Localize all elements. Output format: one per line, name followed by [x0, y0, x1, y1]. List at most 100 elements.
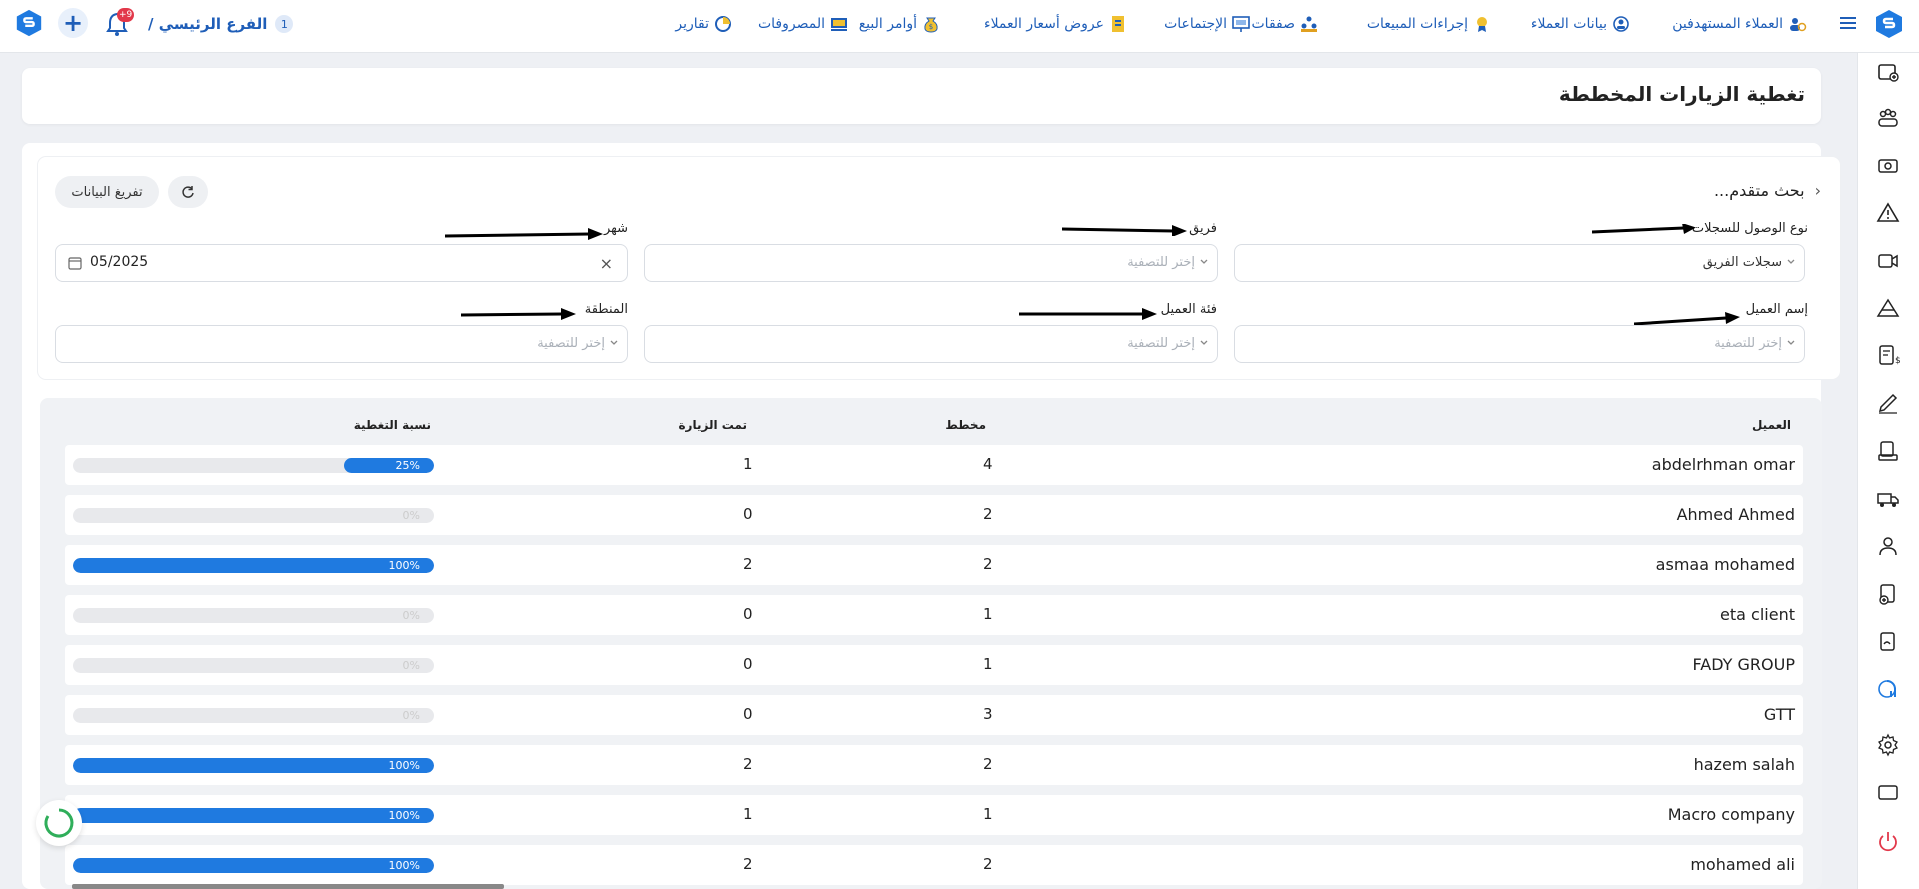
notification-badge: +9 — [117, 8, 135, 22]
coverage-progress-fill — [73, 558, 434, 573]
sales-actions-icon — [1477, 17, 1487, 32]
coverage-percent-label: 100% — [388, 559, 420, 572]
cell-planned: 2 — [983, 755, 993, 773]
warning-icon[interactable] — [1876, 201, 1900, 225]
sales-orders-icon: $ — [924, 17, 938, 33]
invoice-icon[interactable]: $ — [1876, 343, 1900, 367]
nav-quotations[interactable]: عروض أسعار العملاء — [984, 13, 1128, 35]
column-header-coverage: نسبة التغطية — [353, 418, 431, 432]
coverage-progress-bar: 0% — [73, 508, 434, 523]
table-row[interactable]: hazem salah 2 2 100% — [65, 745, 1803, 785]
advanced-search-toggle[interactable]: ‹ بحث متقدم... — [1714, 181, 1821, 200]
clear-icon[interactable]: × — [600, 254, 613, 273]
cell-visited: 2 — [743, 755, 753, 773]
table-row[interactable]: FADY GROUP 1 0 0% — [65, 645, 1803, 685]
table-row[interactable]: abdelrhman omar 4 1 25% — [65, 445, 1803, 485]
video-call-icon[interactable] — [1876, 249, 1900, 273]
customer-data-icon — [1613, 16, 1629, 32]
coverage-percent-label: 100% — [388, 859, 420, 872]
reports-icon — [715, 16, 731, 32]
nav-meetings[interactable]: الإجتماعات — [1164, 13, 1251, 35]
loading-spinner — [36, 800, 82, 846]
month-value: 05/2025 — [90, 254, 149, 270]
nav-sales-orders[interactable]: $ أوامر البيع — [859, 13, 941, 35]
refresh-icon — [182, 186, 194, 198]
export-data-button[interactable]: تفريغ البيانات — [55, 176, 159, 208]
power-icon[interactable] — [1876, 829, 1900, 853]
contract-icon[interactable] — [1876, 630, 1900, 654]
team-select[interactable]: إختر للتصفية — [644, 244, 1218, 282]
coverage-progress-bar: 0% — [73, 658, 434, 673]
folder-add-icon[interactable] — [1876, 60, 1900, 84]
nav-reports[interactable]: تقارير — [675, 13, 733, 35]
window-icon[interactable] — [1876, 781, 1900, 805]
customer-service-icon[interactable] — [1876, 534, 1900, 558]
chevron-down-icon — [1787, 259, 1795, 264]
chevron-down-icon — [1200, 340, 1208, 345]
horizontal-scrollbar[interactable] — [72, 884, 504, 889]
access-type-label: نوع الوصول للسجلات — [1691, 221, 1808, 236]
expenses-icon — [831, 18, 847, 31]
access-type-select[interactable]: سجلات الفريق — [1234, 244, 1805, 282]
coverage-progress-bar: 0% — [73, 608, 434, 623]
app-logo-icon[interactable] — [1873, 8, 1905, 40]
region-select[interactable]: إختر للتصفية — [55, 325, 628, 363]
team-icon[interactable] — [1876, 106, 1900, 130]
nav-label: أوامر البيع — [858, 16, 917, 32]
settings-gear-icon[interactable] — [1876, 733, 1900, 757]
nav-label: صفقات — [1251, 16, 1296, 32]
cell-visited: 0 — [743, 505, 753, 523]
nav-target-customers[interactable]: العملاء المستهدفين — [1672, 13, 1807, 35]
brand-logo-icon[interactable] — [14, 8, 44, 38]
nav-customer-data[interactable]: بيانات العملاء — [1531, 13, 1631, 35]
cell-planned: 2 — [983, 505, 993, 523]
coverage-progress-bar: 100% — [73, 858, 434, 873]
branch-name: الفرع الرئيسي / — [148, 15, 268, 33]
table-row[interactable]: Ahmed Ahmed 2 0 0% — [65, 495, 1803, 535]
annotation-arrow — [1019, 308, 1157, 320]
coverage-progress-bar: 100% — [73, 758, 434, 773]
hamburger-menu-icon[interactable] — [1837, 12, 1859, 34]
page-title: تغطية الزيارات المخططة — [1558, 82, 1805, 106]
cell-planned: 2 — [983, 855, 993, 873]
month-label: شهر — [603, 221, 628, 236]
chevron-down-icon — [610, 340, 618, 345]
money-icon[interactable] — [1876, 154, 1900, 178]
truck-icon[interactable] — [1876, 487, 1900, 511]
chevron-down-icon — [1787, 340, 1795, 345]
right-sidebar: $ — [1857, 53, 1919, 889]
coverage-percent-label: 100% — [388, 809, 420, 822]
advanced-search-label: بحث متقدم... — [1713, 181, 1805, 200]
table-row[interactable]: eta client 1 0 0% — [65, 595, 1803, 635]
branch-selector[interactable]: 1 الفرع الرئيسي / — [148, 12, 294, 36]
table-row[interactable]: GTT 3 0 0% — [65, 695, 1803, 735]
nav-deals[interactable]: صفقات — [1252, 13, 1320, 35]
annotation-arrow — [1062, 225, 1187, 236]
add-new-button[interactable]: + — [58, 8, 88, 38]
report-chart-icon[interactable] — [1876, 677, 1900, 701]
refresh-button[interactable] — [168, 176, 208, 208]
nav-sales-actions[interactable]: إجراءات المبيعات — [1367, 13, 1492, 35]
cell-planned: 1 — [983, 605, 993, 623]
cell-customer: eta client — [1720, 605, 1795, 624]
region-label: المنطقة — [584, 302, 628, 317]
region-placeholder: إختر للتصفية — [537, 336, 605, 351]
customer-category-select[interactable]: إختر للتصفية — [644, 325, 1218, 363]
route-icon[interactable] — [1876, 296, 1900, 320]
coverage-progress-bar: 25% — [73, 458, 434, 473]
coverage-progress-fill — [73, 858, 434, 873]
table-row[interactable]: mohamed ali 2 2 100% — [65, 845, 1803, 885]
customer-name-select[interactable]: إختر للتصفية — [1234, 325, 1805, 363]
cell-customer: abdelrhman omar — [1651, 455, 1795, 474]
delivery-icon[interactable] — [1876, 439, 1900, 463]
coverage-percent-label: 0% — [402, 609, 420, 622]
month-date-picker[interactable]: × 05/2025 — [55, 244, 628, 282]
svg-text:$: $ — [1895, 356, 1900, 366]
table-row[interactable]: asmaa mohamed 2 2 100% — [65, 545, 1803, 585]
table-row[interactable]: Macro company 1 1 100% — [65, 795, 1803, 835]
nav-label: عروض أسعار العملاء — [983, 16, 1104, 32]
add-document-icon[interactable] — [1876, 582, 1900, 606]
annotation-arrow — [461, 308, 576, 320]
signature-icon[interactable] — [1876, 391, 1900, 415]
nav-expenses[interactable]: المصروفات — [758, 13, 849, 35]
